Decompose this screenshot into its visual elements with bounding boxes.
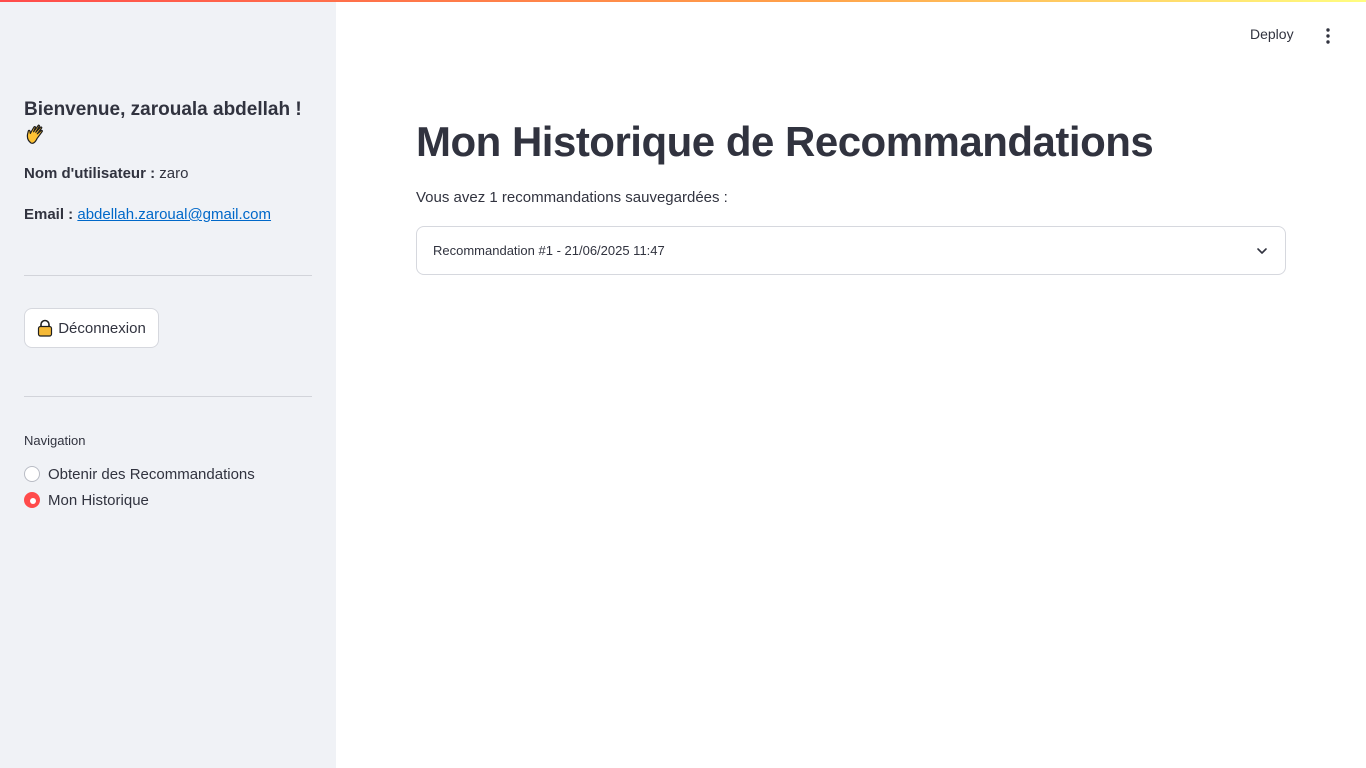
- recommendations-count-text: Vous avez 1 recommandations sauvegardées…: [416, 189, 728, 206]
- chevron-down-icon: [1255, 244, 1269, 258]
- username-value: zaro: [159, 165, 189, 182]
- waving-hand-icon: [24, 122, 48, 146]
- deploy-button[interactable]: Deploy: [1250, 26, 1294, 46]
- radio-checked-icon: [24, 492, 40, 508]
- sidebar-divider: [24, 275, 312, 276]
- nav-option-label: Mon Historique: [48, 491, 149, 509]
- kebab-menu-icon[interactable]: [1318, 26, 1338, 46]
- logout-button[interactable]: Déconnexion: [24, 308, 159, 348]
- recommendation-expander[interactable]: Recommandation #1 - 21/06/2025 11:47: [416, 226, 1286, 275]
- username-line: Nom d'utilisateur : zaro: [24, 164, 188, 184]
- email-label: Email :: [24, 206, 74, 223]
- logout-label: Déconnexion: [58, 319, 146, 337]
- sidebar: Bienvenue, zarouala abdellah ! Nom d'uti…: [0, 0, 336, 768]
- expander-label: Recommandation #1 - 21/06/2025 11:47: [433, 243, 665, 258]
- nav-option-historique[interactable]: Mon Historique: [24, 487, 255, 513]
- page-title: Mon Historique de Recommandations: [416, 118, 1154, 165]
- email-link[interactable]: abdellah.zaroual@gmail.com: [77, 206, 271, 223]
- radio-unchecked-icon: [24, 466, 40, 482]
- welcome-heading: Bienvenue, zarouala abdellah !: [24, 97, 314, 149]
- nav-option-label: Obtenir des Recommandations: [48, 465, 255, 483]
- welcome-text: Bienvenue, zarouala abdellah !: [24, 99, 302, 120]
- username-label: Nom d'utilisateur :: [24, 165, 156, 182]
- top-decoration-stripe: [0, 0, 1366, 2]
- sidebar-divider: [24, 396, 312, 397]
- lock-icon: [37, 319, 53, 337]
- nav-option-recommandations[interactable]: Obtenir des Recommandations: [24, 461, 255, 487]
- navigation-title: Navigation: [24, 433, 86, 448]
- email-line: Email : abdellah.zaroual@gmail.com: [24, 205, 271, 225]
- navigation-radio-group: Obtenir des Recommandations Mon Historiq…: [24, 461, 255, 513]
